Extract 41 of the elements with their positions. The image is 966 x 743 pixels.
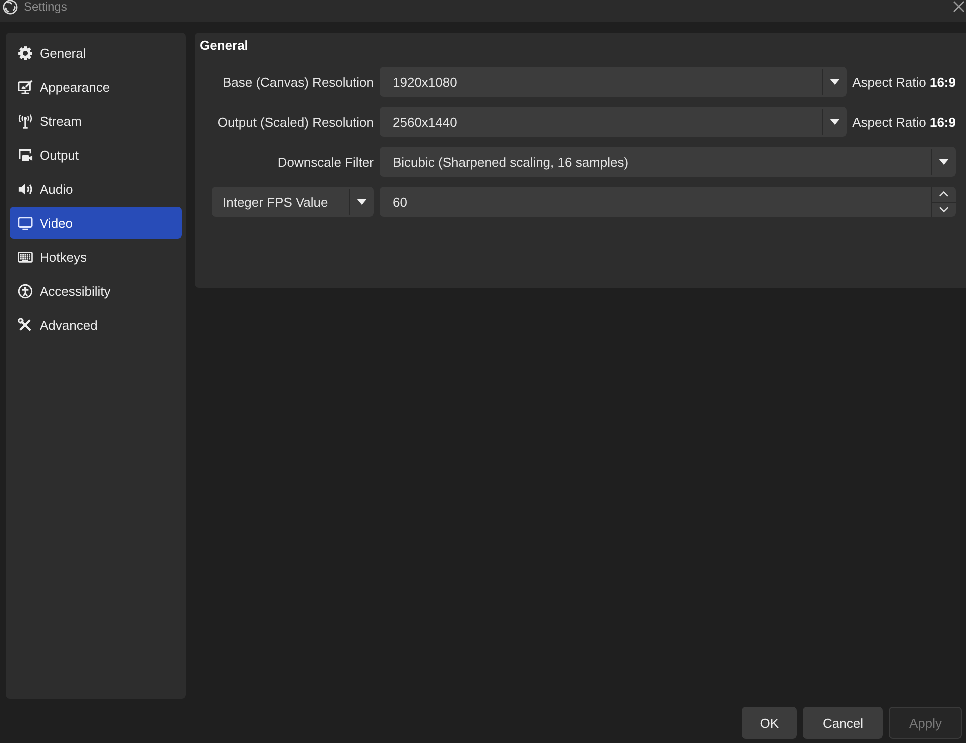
dialog-button[interactable]: OK [742,707,797,739]
monitor-brush-icon [18,80,33,94]
caret-down-icon [830,119,840,125]
aspect-ratio-text: Aspect Ratio 16:9 [852,74,956,90]
sidebar-item[interactable]: Output [10,139,182,171]
sidebar-item[interactable]: Hotkeys [10,241,182,273]
monitor-icon [18,216,33,230]
sidebar-item[interactable]: Stream [10,105,182,137]
mode-dropdown[interactable]: Integer FPS Value [212,187,374,217]
select-dropdown[interactable]: 1920x1080 [380,67,847,97]
screen-camera-icon [18,148,33,162]
accessibility-icon [18,284,33,298]
select-dropdown[interactable]: Bicubic (Sharpened scaling, 16 samples) [380,147,956,177]
window-title: Settings [24,0,68,15]
field-label: Output (Scaled) Resolution [218,114,374,130]
chevron-up-icon [939,191,949,198]
field-label: Downscale Filter [278,154,374,170]
chevron-down-icon [939,206,949,213]
close-icon [953,1,965,13]
dialog-button[interactable]: Cancel [803,707,884,739]
sidebar-item[interactable]: Accessibility [10,275,182,307]
gear-icon [18,46,33,60]
select-dropdown[interactable]: 2560x1440 [380,107,847,137]
keyboard-icon [18,250,33,264]
section-title: General [200,38,248,54]
field-label: Base (Canvas) Resolution [222,74,374,90]
sidebar-item[interactable]: Audio [10,173,182,205]
speaker-icon [18,182,33,196]
antenna-icon [18,114,33,128]
tools-icon [18,318,33,332]
number-input[interactable]: 60 [380,187,956,217]
sidebar-item[interactable]: General [10,37,182,69]
caret-down-icon [830,79,840,85]
caret-down-icon [357,199,367,205]
app-logo-icon [3,0,18,15]
close-button[interactable] [953,1,965,13]
sidebar-item[interactable]: Advanced [10,309,182,341]
aspect-ratio-text: Aspect Ratio 16:9 [852,114,956,130]
caret-down-icon [939,159,949,165]
sidebar-item[interactable]: Appearance [10,71,182,103]
sidebar-item[interactable]: Video [10,207,182,239]
